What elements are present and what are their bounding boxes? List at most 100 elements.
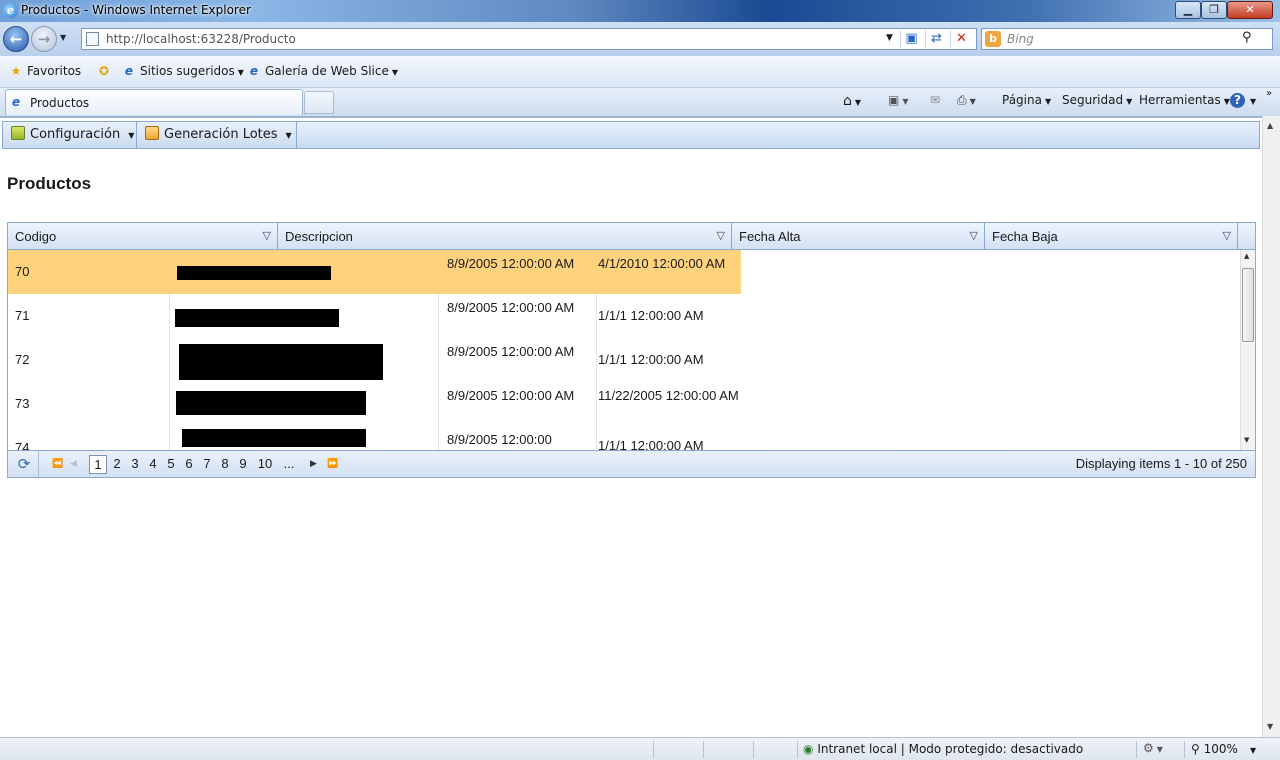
filter-icon[interactable]: ▽: [970, 223, 978, 250]
refresh-icon[interactable]: ⟳: [14, 455, 34, 473]
tools-menu[interactable]: Herramientas ▼: [1139, 93, 1230, 107]
app-menu-bar: Configuración ▼ Generación Lotes ▼: [2, 121, 1260, 149]
page-number[interactable]: 5: [164, 455, 178, 474]
ie-page-icon: e: [12, 95, 21, 109]
security-menu[interactable]: Seguridad ▼: [1062, 93, 1132, 107]
column-label: Codigo: [15, 229, 57, 244]
protected-mode-icon[interactable]: ⚙ ▼: [1143, 741, 1163, 755]
history-dropdown-icon[interactable]: ▼: [60, 33, 66, 42]
scroll-thumb[interactable]: [1242, 268, 1254, 342]
page-menu[interactable]: Página ▼: [1002, 93, 1051, 107]
stop-icon[interactable]: ✕: [950, 30, 972, 48]
home-icon[interactable]: ⌂ ▼: [843, 93, 861, 109]
pager-divider: [38, 451, 39, 477]
page-number[interactable]: 10: [255, 455, 275, 474]
back-button[interactable]: ←: [3, 26, 29, 52]
scroll-down-icon[interactable]: ▼: [1267, 722, 1273, 731]
star-icon: ★: [10, 64, 22, 78]
address-bar[interactable]: http://localhost:63228/Producto ▼ ▣ ⇄ ✕: [81, 28, 977, 50]
search-box[interactable]: b Bing ⚲: [981, 28, 1273, 50]
favorites-bar: ★ Favoritos ✪ e Sitios sugeridos ▼ e Galería…: [0, 56, 1280, 88]
menu-generacion-lotes[interactable]: Generación Lotes ▼: [137, 122, 297, 148]
table-row[interactable]: 70 8/9/2005 12:00:00 AM 4/1/2010 12:00:0…: [8, 250, 741, 294]
help-dropdown-icon[interactable]: ▼: [1247, 93, 1256, 107]
close-button[interactable]: ✕: [1227, 1, 1273, 19]
page-scrollbar[interactable]: ▲ ▼: [1262, 116, 1280, 737]
more-pages[interactable]: ...: [281, 455, 297, 474]
column-header-codigo[interactable]: Codigo ▽: [8, 223, 278, 249]
column-label: Fecha Baja: [992, 229, 1058, 244]
filter-icon[interactable]: ▽: [263, 223, 271, 250]
refresh-icon[interactable]: ⇄: [925, 30, 947, 48]
more-commands-icon[interactable]: »: [1266, 88, 1272, 99]
page-icon: [86, 32, 99, 46]
address-dropdown-icon[interactable]: ▼: [886, 33, 893, 43]
bing-logo-icon: b: [985, 31, 1001, 47]
page-number[interactable]: 9: [236, 455, 250, 474]
address-input[interactable]: http://localhost:63228/Producto: [106, 32, 296, 46]
table-row[interactable]: 74 8/9/2005 12:00:00 1/1/1 12:00:00 AM: [8, 426, 741, 450]
page-number[interactable]: 3: [128, 455, 142, 474]
cell-descripcion: [169, 382, 439, 426]
productos-grid: Codigo ▽ Descripcion ▽ Fecha Alta ▽ Fecha B…: [7, 222, 1256, 478]
column-header-fecha-baja[interactable]: Fecha Baja ▽: [985, 223, 1238, 249]
search-icon[interactable]: ⚲: [1242, 30, 1252, 45]
redaction-mark: [182, 429, 366, 447]
page-number[interactable]: 7: [200, 455, 214, 474]
print-icon[interactable]: ⎙ ▼: [957, 93, 976, 108]
new-tab-button[interactable]: [304, 91, 334, 114]
page-number[interactable]: 2: [110, 455, 124, 474]
redaction-mark: [179, 344, 383, 380]
grid-scrollbar[interactable]: ▲ ▼: [1240, 250, 1255, 450]
prev-page-icon[interactable]: ◀: [70, 455, 77, 473]
tab-productos[interactable]: e Productos: [5, 89, 303, 115]
cell-fecha-alta: 8/9/2005 12:00:00 AM: [447, 338, 597, 382]
scroll-down-icon[interactable]: ▼: [1244, 436, 1249, 444]
favorites-button[interactable]: ★ Favoritos: [9, 64, 82, 78]
table-row[interactable]: 71 8/9/2005 12:00:00 AM 1/1/1 12:00:00 A…: [8, 294, 741, 338]
filter-icon[interactable]: ▽: [717, 223, 725, 250]
cell-fecha-baja: 4/1/2010 12:00:00 AM: [598, 256, 726, 271]
tab-label: Productos: [30, 96, 90, 110]
page-number[interactable]: 4: [146, 455, 160, 474]
next-page-icon[interactable]: ▶: [310, 455, 317, 473]
globe-icon: ◉: [803, 742, 814, 756]
forward-button[interactable]: →: [31, 26, 57, 52]
page-number[interactable]: 8: [218, 455, 232, 474]
last-page-icon[interactable]: ⏩: [327, 455, 338, 473]
cell-fecha-alta: 8/9/2005 12:00:00 AM: [447, 294, 597, 338]
cell-fecha-baja: 11/22/2005 12:00:00 AM: [598, 388, 739, 403]
scroll-up-icon[interactable]: ▲: [1244, 252, 1249, 260]
pager-info: Displaying items 1 - 10 of 250: [1075, 456, 1247, 471]
compatibility-view-icon[interactable]: ▣: [900, 30, 922, 48]
add-favorites-icon[interactable]: ✪: [97, 64, 115, 78]
tab-row: e Productos ⌂ ▼ ▣ ▼ ✉ ⎙ ▼ Página ▼ Seguridad…: [0, 88, 1280, 116]
first-page-icon[interactable]: ⏪: [52, 455, 63, 473]
column-header-descripcion[interactable]: Descripcion ▽: [278, 223, 732, 249]
zoom-control[interactable]: ⚲ 100% ▼: [1191, 742, 1256, 756]
page-number[interactable]: 6: [182, 455, 196, 474]
menu-generacion-lotes-label: Generación Lotes: [164, 127, 278, 142]
suggested-sites-button[interactable]: e Sitios sugeridos ▼: [122, 64, 244, 78]
column-header-fecha-alta[interactable]: Fecha Alta ▽: [732, 223, 985, 249]
table-row[interactable]: 72 8/9/2005 12:00:00 AM 1/1/1 12:00:00 A…: [8, 338, 741, 382]
security-zone[interactable]: ◉ Intranet local | Modo protegido: desac…: [803, 742, 1083, 756]
web-slice-button[interactable]: e Galería de Web Slice ▼: [247, 64, 398, 78]
feeds-icon[interactable]: ▣ ▼: [888, 93, 909, 107]
cell-codigo: 70: [15, 264, 30, 279]
status-divider: [1136, 741, 1137, 758]
security-zone-label: Intranet local | Modo protegido: desacti…: [817, 742, 1084, 756]
scroll-up-icon[interactable]: ▲: [1267, 121, 1273, 130]
cell-fecha-alta: 8/9/2005 12:00:00 AM: [447, 256, 575, 271]
filter-icon[interactable]: ▽: [1223, 223, 1231, 250]
table-row[interactable]: 73 8/9/2005 12:00:00 AM 11/22/2005 12:00…: [8, 382, 741, 426]
help-icon[interactable]: ?: [1230, 93, 1245, 108]
page-title: Productos: [7, 174, 92, 193]
menu-configuracion-label: Configuración: [30, 127, 121, 142]
search-input[interactable]: Bing: [1007, 32, 1034, 46]
menu-configuracion[interactable]: Configuración ▼: [3, 122, 137, 148]
mail-icon[interactable]: ✉: [930, 93, 940, 107]
page-number[interactable]: 1: [89, 455, 107, 474]
minimize-button[interactable]: ▁: [1175, 1, 1201, 19]
maximize-button[interactable]: ❐: [1201, 1, 1227, 19]
